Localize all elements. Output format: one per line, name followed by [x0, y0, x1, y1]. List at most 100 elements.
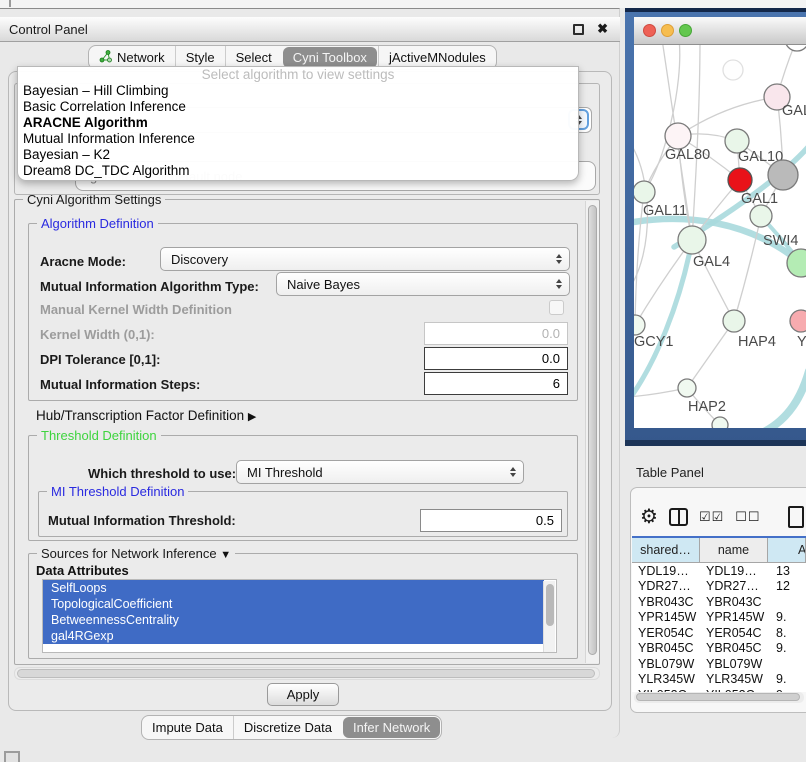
which-threshold-label: Which threshold to use:	[88, 466, 236, 481]
table-row[interactable]: YER054CYER054C8.	[632, 625, 806, 641]
table-row[interactable]: YBR043CYBR043C	[632, 594, 806, 610]
node-label-hap4: HAP4	[738, 334, 776, 350]
deselect-all-icon[interactable]: ☐☐	[735, 509, 760, 525]
aracne-mode-combo[interactable]: Discovery	[160, 247, 570, 271]
table-row[interactable]: YBL079WYBL079W	[632, 656, 806, 672]
combo-arrows-icon	[556, 254, 562, 264]
sources-group-title: Sources for Network Inference ▼	[37, 546, 235, 561]
network-canvas[interactable]: GALGAL80GAL10GAL1GAL11GAL4SWI4GCY1HAP4YH…	[634, 45, 806, 428]
hub-section-toggle[interactable]: Hub/Transcription Factor Definition ▶	[36, 408, 256, 423]
tab-label: Impute Data	[152, 720, 223, 735]
expand-arrow-icon[interactable]: ▶	[248, 411, 256, 423]
network-node[interactable]	[768, 160, 798, 190]
node-label-swi4: SWI4	[763, 233, 798, 249]
node-label-hap2: HAP2	[688, 399, 726, 415]
algorithm-option-bayesian-k2[interactable]: Bayesian – K2	[18, 147, 578, 163]
column-header-name[interactable]: name	[700, 538, 768, 563]
tab-impute-data[interactable]: Impute Data	[142, 716, 233, 739]
collapse-arrow-icon[interactable]: ▼	[220, 549, 231, 561]
algorithm-option-dream8-dc-tdc-algorithm[interactable]: Dream8 DC_TDC Algorithm	[18, 163, 578, 179]
table-cell: YLR345W	[632, 672, 700, 686]
network-node-gcy1[interactable]	[634, 315, 645, 335]
table-cell: 13	[768, 564, 806, 578]
table-horizontal-scrollbar[interactable]	[634, 692, 804, 703]
scrollbar-thumb[interactable]	[588, 205, 597, 655]
gear-icon[interactable]: ⚙	[640, 506, 658, 528]
table-row[interactable]: YBR045CYBR045C9.	[632, 641, 806, 657]
tab-discretize-data[interactable]: Discretize Data	[233, 716, 342, 739]
frame-top-edge	[625, 8, 806, 12]
dpi-tolerance-value: 0.0	[542, 351, 560, 366]
float-window-icon[interactable]	[573, 24, 584, 35]
network-icon	[99, 50, 112, 66]
table-row[interactable]: YDL19…YDL19…13	[632, 563, 806, 579]
tab-label: Style	[186, 50, 215, 65]
minimize-traffic-light-icon[interactable]	[661, 24, 674, 37]
kernel-width-input[interactable]: 0.0	[424, 322, 568, 345]
aracne-mode-value: Discovery	[171, 252, 228, 267]
mi-algorithm-type-combo[interactable]: Naive Bayes	[276, 272, 570, 296]
scrollbar-thumb[interactable]	[546, 584, 554, 626]
manual-kernel-width-checkbox[interactable]	[549, 300, 564, 315]
algorithm-option-mutual-information-inference[interactable]: Mutual Information Inference	[18, 131, 578, 147]
tab-cyni-toolbox[interactable]: Cyni Toolbox	[283, 47, 377, 68]
column-header-a[interactable]: A	[768, 538, 806, 563]
network-window-titlebar[interactable]	[634, 17, 806, 45]
network-node-hap4[interactable]	[723, 310, 745, 332]
dpi-tolerance-input[interactable]: 0.0	[424, 347, 568, 370]
network-node-gal4[interactable]	[678, 226, 706, 254]
table-row[interactable]: YDR27…YDR27…12	[632, 579, 806, 595]
scrollbar-thumb[interactable]	[17, 669, 595, 678]
apply-button[interactable]: Apply	[267, 683, 339, 706]
network-edge	[762, 371, 806, 428]
mi-threshold-input[interactable]: 0.5	[420, 509, 562, 532]
table-cell: 12	[768, 579, 806, 593]
data-attribute-item[interactable]: TopologicalCoefficient	[43, 596, 544, 612]
network-node[interactable]	[750, 205, 772, 227]
tab-infer-network[interactable]: Infer Network	[343, 717, 440, 738]
columns-icon[interactable]	[669, 508, 688, 526]
settings-vertical-scrollbar[interactable]	[585, 201, 599, 663]
network-node-gal11[interactable]	[634, 181, 655, 203]
aracne-mode-label: Aracne Mode:	[40, 254, 126, 269]
select-all-icon[interactable]: ☑☑	[699, 509, 724, 525]
algorithm-option-basic-correlation-inference[interactable]: Basic Correlation Inference	[18, 99, 578, 115]
algorithm-option-bayesian-hill-climbing[interactable]: Bayesian – Hill Climbing	[18, 83, 578, 99]
cyni-bottom-tabs: Impute Data Discretize DataInfer Network	[141, 715, 442, 740]
zoom-traffic-light-icon[interactable]	[679, 24, 692, 37]
network-node-y[interactable]	[790, 310, 806, 332]
list-scrollbar[interactable]	[543, 581, 555, 653]
algorithm-option-aracne-algorithm[interactable]: ARACNE Algorithm	[18, 115, 578, 131]
column-header-shared-[interactable]: shared…	[632, 538, 700, 563]
tab-label: Network	[117, 50, 165, 65]
table-cell: YPR145W	[632, 610, 700, 624]
hub-section-label: Hub/Transcription Factor Definition	[36, 408, 244, 423]
table-header: shared…nameA	[632, 538, 806, 563]
close-icon[interactable]: ✖	[597, 21, 608, 37]
table-row[interactable]: YLR345WYLR345W9.	[632, 672, 806, 688]
data-attributes-list[interactable]: SelfLoopsTopologicalCoefficientBetweenne…	[42, 579, 557, 653]
table-row[interactable]: YPR145WYPR145W9.	[632, 610, 806, 626]
table-cell: YER054C	[632, 626, 700, 640]
which-threshold-combo[interactable]: MI Threshold	[236, 460, 524, 484]
network-node-hap2[interactable]	[678, 379, 696, 397]
node-label-y: Y	[797, 334, 806, 350]
data-attribute-item[interactable]: gal4RGexp	[43, 628, 544, 644]
settings-horizontal-scrollbar[interactable]	[14, 667, 600, 680]
network-node-gal80[interactable]	[665, 123, 691, 149]
table-cell: YPR145W	[700, 610, 768, 624]
table-cell: YDL19…	[700, 564, 768, 578]
network-node-gal1[interactable]	[728, 168, 752, 192]
export-table-icon[interactable]	[788, 506, 804, 528]
network-node[interactable]	[785, 45, 806, 51]
scrollbar-thumb[interactable]	[636, 693, 800, 701]
mi-steps-input[interactable]: 6	[424, 372, 568, 395]
data-attribute-item[interactable]: SelfLoops	[43, 580, 544, 596]
close-traffic-light-icon[interactable]	[643, 24, 656, 37]
screen: Control Panel ✖ NetworkStyleSelectCyni T…	[0, 0, 806, 762]
tab-label: jActiveMNodules	[389, 50, 486, 65]
network-node[interactable]	[723, 60, 743, 80]
collapsed-panel-icon[interactable]	[4, 751, 20, 762]
data-attribute-item[interactable]: BetweennessCentrality	[43, 612, 544, 628]
network-node[interactable]	[712, 417, 728, 428]
